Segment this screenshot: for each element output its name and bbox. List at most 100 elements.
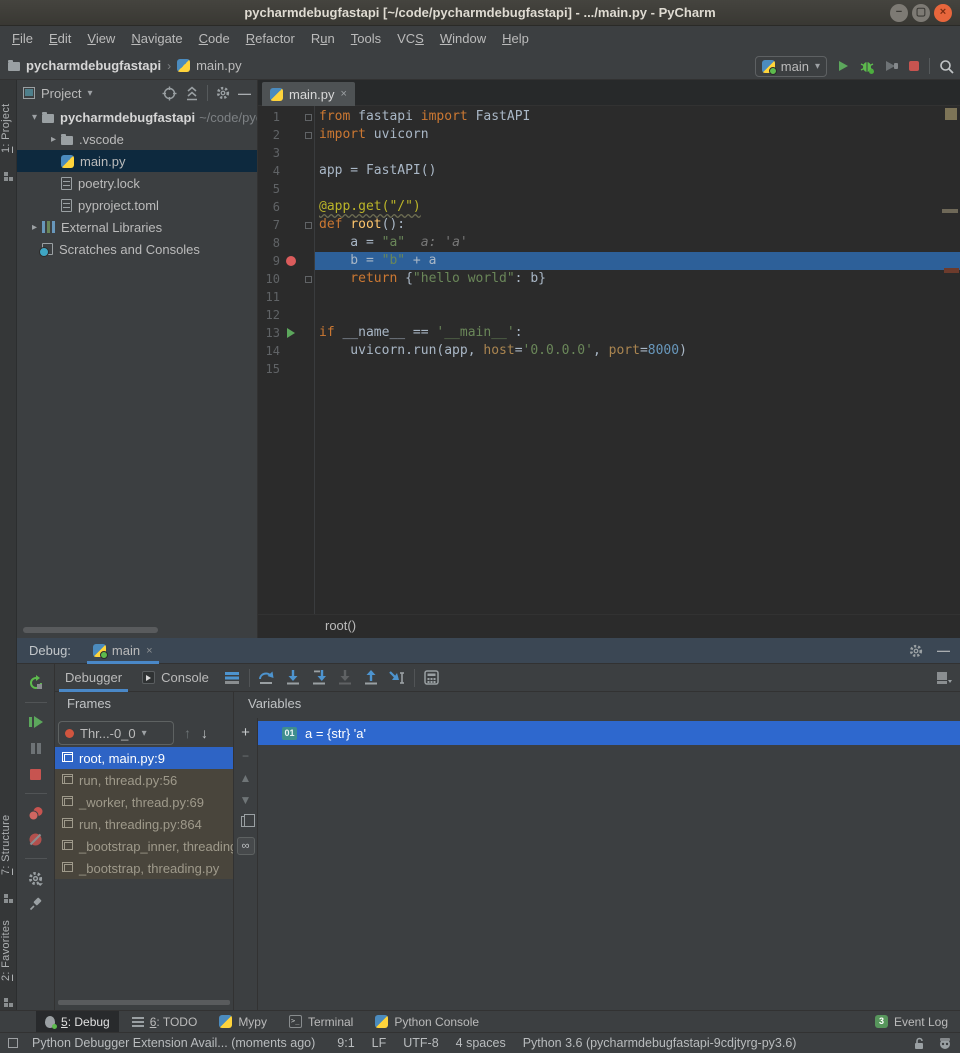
- tree-item-main-py[interactable]: main.py: [17, 150, 257, 172]
- move-up-button[interactable]: ▲: [240, 772, 252, 784]
- duplicate-watch-icon[interactable]: [241, 816, 250, 827]
- code-line-4[interactable]: app = FastAPI(): [315, 162, 960, 180]
- frame-row[interactable]: root, main.py:9: [55, 747, 233, 769]
- code-line-12[interactable]: [315, 306, 960, 324]
- smart-step-into-button[interactable]: [332, 664, 358, 692]
- code-line-10[interactable]: return {"hello world": b}: [315, 270, 960, 288]
- mute-breakpoints-button[interactable]: [28, 826, 43, 852]
- gutter-line-4[interactable]: 4: [258, 162, 314, 180]
- step-over-button[interactable]: [254, 664, 280, 692]
- menu-code[interactable]: Code: [191, 26, 238, 52]
- coverage-button[interactable]: [884, 59, 899, 73]
- search-icon[interactable]: [939, 59, 954, 74]
- debug-button[interactable]: [859, 59, 875, 74]
- debug-settings-gear-icon[interactable]: [28, 865, 43, 891]
- close-icon[interactable]: ×: [341, 88, 347, 100]
- line-ending[interactable]: LF: [372, 1036, 387, 1050]
- gutter-line-6[interactable]: 6: [258, 198, 314, 216]
- stop-button[interactable]: [908, 60, 920, 72]
- close-button[interactable]: ×: [934, 4, 952, 22]
- menu-run[interactable]: Run: [303, 26, 343, 52]
- stop-button[interactable]: [29, 761, 42, 787]
- breakpoint-icon[interactable]: [286, 256, 296, 266]
- file-encoding[interactable]: UTF-8: [403, 1036, 438, 1050]
- remove-watch-button[interactable]: −: [242, 750, 249, 762]
- tree-item-external-libraries[interactable]: ▸External Libraries: [17, 216, 257, 238]
- gutter-line-2[interactable]: 2: [258, 126, 314, 144]
- rerun-button[interactable]: [28, 670, 44, 696]
- previous-frame-button[interactable]: ↑: [184, 725, 191, 741]
- tree-item-pycharmdebugfastapi[interactable]: ▾pycharmdebugfastapi~/code/pycharmdebugf…: [17, 106, 257, 128]
- add-watch-button[interactable]: +: [241, 726, 250, 740]
- debug-session-tab[interactable]: main ×: [87, 638, 159, 664]
- frame-row[interactable]: run, threading.py:864: [55, 813, 233, 835]
- code-line-14[interactable]: uvicorn.run(app, host='0.0.0.0', port=80…: [315, 342, 960, 360]
- run-button[interactable]: [836, 59, 850, 73]
- gutter-line-3[interactable]: 3: [258, 144, 314, 162]
- menu-view[interactable]: View: [79, 26, 123, 52]
- inspections-hector-icon[interactable]: [938, 1036, 952, 1050]
- gutter-line-9[interactable]: 9: [258, 252, 314, 270]
- code-line-3[interactable]: [315, 144, 960, 162]
- caret-position[interactable]: 9:1: [337, 1036, 354, 1050]
- tree-chevron-icon[interactable]: ▸: [27, 222, 42, 233]
- code-line-13[interactable]: if __name__ == '__main__':: [315, 324, 960, 342]
- code-area[interactable]: from fastapi import FastAPIimport uvicor…: [315, 108, 960, 378]
- variable-row[interactable]: 01a = {str} 'a': [258, 721, 960, 745]
- frame-row[interactable]: _bootstrap_inner, threading.py: [55, 835, 233, 857]
- gutter-line-14[interactable]: 14: [258, 342, 314, 360]
- frame-row[interactable]: _worker, thread.py:69: [55, 791, 233, 813]
- warning-stripe-marker[interactable]: [942, 209, 958, 213]
- close-icon[interactable]: ×: [146, 645, 152, 657]
- menu-navigate[interactable]: Navigate: [123, 26, 190, 52]
- code-line-9[interactable]: b = "b" + a: [315, 252, 960, 270]
- code-line-15[interactable]: [315, 360, 960, 378]
- run-line-icon[interactable]: [287, 328, 295, 338]
- gutter-line-10[interactable]: 10: [258, 270, 314, 288]
- gutter-line-12[interactable]: 12: [258, 306, 314, 324]
- force-step-into-button[interactable]: [306, 664, 332, 692]
- tree-item-poetry-lock[interactable]: poetry.lock: [17, 172, 257, 194]
- gear-icon[interactable]: [216, 86, 230, 100]
- code-line-7[interactable]: def root():: [315, 216, 960, 234]
- gutter-line-7[interactable]: 7: [258, 216, 314, 234]
- chevron-down-icon[interactable]: ▾: [87, 88, 92, 99]
- tree-chevron-icon[interactable]: ▸: [46, 134, 61, 145]
- menu-tools[interactable]: Tools: [343, 26, 389, 52]
- stripe-favorites[interactable]: 2: Favorites: [0, 906, 17, 994]
- move-down-button[interactable]: ▼: [240, 794, 252, 806]
- menu-file[interactable]: File: [4, 26, 41, 52]
- editor-breadcrumb[interactable]: root(): [325, 618, 356, 633]
- editor-tab-main-py[interactable]: main.py ×: [262, 82, 355, 106]
- tab-debugger[interactable]: Debugger: [55, 664, 132, 692]
- menu-window[interactable]: Window: [432, 26, 494, 52]
- fold-marker-icon[interactable]: [305, 276, 312, 283]
- restore-layout-button[interactable]: [936, 671, 952, 685]
- gutter-line-5[interactable]: 5: [258, 180, 314, 198]
- view-breakpoints-button[interactable]: [28, 800, 44, 826]
- toolwindow-button-5-debug[interactable]: 5: Debug: [36, 1011, 119, 1033]
- evaluate-expression-button[interactable]: [419, 664, 445, 692]
- project-horizontal-scrollbar[interactable]: [23, 627, 158, 633]
- maximize-button[interactable]: ▢: [912, 4, 930, 22]
- breadcrumb-file[interactable]: main.py: [196, 58, 242, 73]
- code-line-1[interactable]: from fastapi import FastAPI: [315, 108, 960, 126]
- locate-file-button[interactable]: [162, 86, 177, 101]
- gutter-line-8[interactable]: 8: [258, 234, 314, 252]
- minimize-button[interactable]: −: [890, 4, 908, 22]
- code-line-11[interactable]: [315, 288, 960, 306]
- pin-tab-icon[interactable]: [29, 891, 43, 917]
- hide-panel-button[interactable]: —: [238, 86, 251, 101]
- menu-help[interactable]: Help: [494, 26, 537, 52]
- tab-console[interactable]: Console: [132, 664, 219, 692]
- code-editor[interactable]: 123456789101112131415 from fastapi impor…: [258, 106, 960, 614]
- run-to-cursor-button[interactable]: [384, 664, 410, 692]
- gutter-line-11[interactable]: 11: [258, 288, 314, 306]
- tree-chevron-icon[interactable]: ▾: [27, 112, 42, 123]
- toolwindow-button-mypy[interactable]: Mypy: [210, 1011, 276, 1033]
- tree-item-pyproject-toml[interactable]: pyproject.toml: [17, 194, 257, 216]
- next-frame-button[interactable]: ↓: [201, 725, 208, 741]
- toggle-stripes-icon[interactable]: [8, 1038, 18, 1048]
- event-log-button[interactable]: 3 Event Log: [875, 1015, 948, 1029]
- gutter-line-1[interactable]: 1: [258, 108, 314, 126]
